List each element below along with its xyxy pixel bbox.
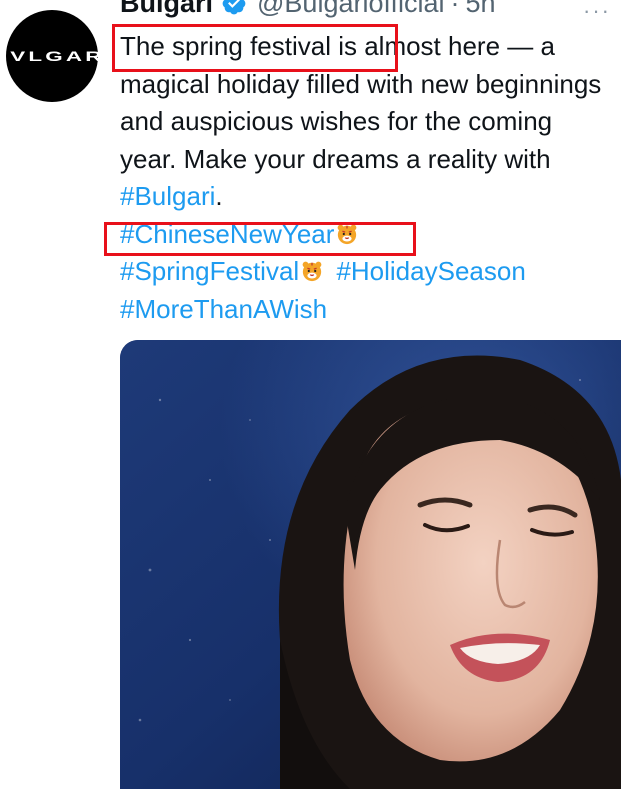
avatar[interactable]: BVLGARI	[0, 10, 110, 102]
author-name[interactable]: Bulgari	[120, 0, 213, 19]
hashtag-more-than-a-wish[interactable]: #MoreThanAWish	[120, 294, 327, 324]
tweet-media-image[interactable]	[120, 340, 621, 789]
tweet-text-period: .	[215, 181, 223, 211]
hashtag-bulgari[interactable]: #Bulgari	[120, 181, 215, 211]
separator-dot: ·	[450, 0, 460, 18]
portrait-photo	[120, 340, 621, 789]
tiger-face-emoji-icon	[338, 224, 357, 244]
verified-badge-icon	[221, 0, 247, 16]
tiger-face-emoji-icon	[302, 261, 322, 282]
hashtag-chinese-new-year[interactable]: #ChineseNewYear	[120, 219, 334, 249]
hashtag-line-1: #ChineseNewYear	[120, 216, 612, 254]
tweet-header: Bulgari @Bulgariofficial · 5h	[120, 0, 496, 18]
timestamp[interactable]: 5h	[466, 0, 496, 19]
tweet-paragraph: The spring festival is almost here — a m…	[120, 28, 612, 216]
author-handle[interactable]: @Bulgariofficial	[257, 0, 445, 19]
tweet-text: The spring festival is almost here — a m…	[120, 28, 612, 328]
hashtag-line-3: #MoreThanAWish	[120, 291, 612, 329]
more-options-icon[interactable]: ···	[583, 0, 611, 24]
hashtag-line-2: #SpringFestival #HolidaySeason	[120, 253, 612, 291]
avatar-logo: BVLGARI	[0, 48, 114, 64]
hashtag-holiday-season[interactable]: #HolidaySeason	[336, 256, 525, 286]
tweet-text-main: The spring festival is almost here — a m…	[120, 31, 602, 174]
hashtag-spring-festival[interactable]: #SpringFestival	[120, 256, 299, 286]
